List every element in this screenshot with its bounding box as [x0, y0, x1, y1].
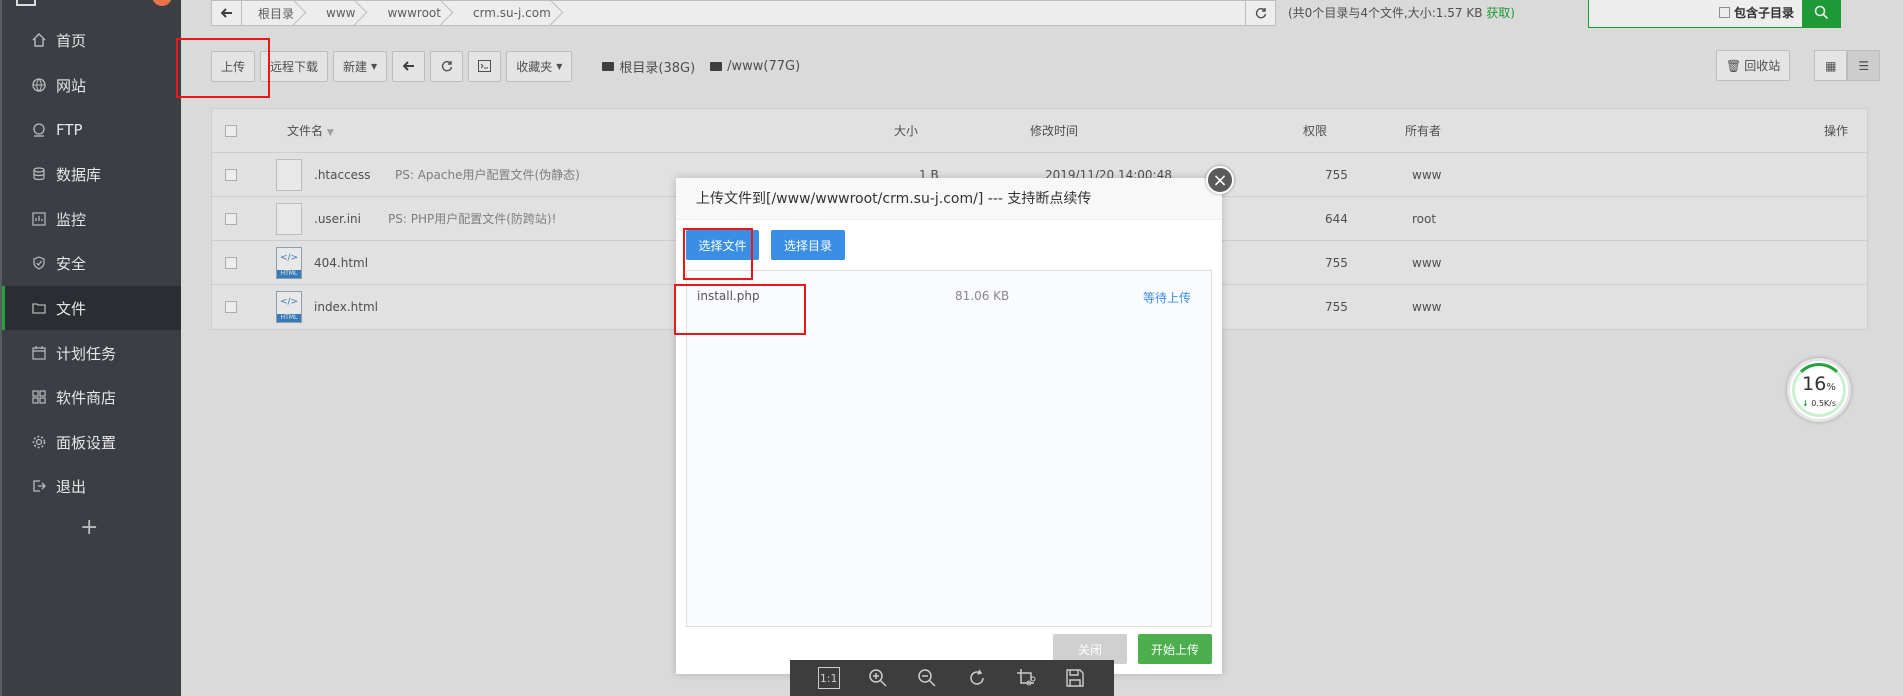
progress-percent: 16% — [1790, 373, 1848, 395]
logo-icon — [16, 0, 36, 6]
sidebar-item-label: 网站 — [56, 76, 87, 95]
notification-badge[interactable] — [152, 0, 172, 6]
rotate-button[interactable] — [966, 667, 988, 689]
upload-file-size: 81.06 KB — [955, 289, 1010, 303]
logout-icon — [33, 480, 46, 492]
save-button[interactable] — [1064, 667, 1086, 689]
percent-value: 16 — [1802, 373, 1827, 395]
calendar-icon — [32, 346, 46, 360]
dialog-close-button[interactable]: × — [1206, 166, 1234, 194]
start-upload-button[interactable]: 开始上传 — [1138, 634, 1212, 664]
sidebar-item-home[interactable]: 首页 — [2, 18, 181, 62]
highlight-select-files — [683, 228, 753, 280]
rotate-icon — [969, 669, 984, 685]
close-icon: × — [1212, 169, 1228, 191]
percent-unit: % — [1826, 382, 1836, 393]
sidebar-item-monitor[interactable]: 监控 — [2, 197, 181, 241]
grid-icon — [32, 390, 46, 404]
home-icon — [32, 33, 46, 47]
sidebar-item-store[interactable]: 软件商店 — [2, 375, 181, 419]
sidebar-item-ftp[interactable]: FTP — [2, 108, 181, 152]
sidebar-item-label: 数据库 — [56, 165, 102, 184]
zoom-in-button[interactable] — [867, 667, 889, 689]
sidebar-item-label: 软件商店 — [56, 388, 117, 407]
actual-size-button[interactable]: 1:1 — [817, 667, 840, 689]
upload-speed: ↓ 0.5K/s — [1790, 399, 1848, 408]
download-arrow-icon: ↓ — [1801, 399, 1809, 408]
ftp-icon — [33, 123, 45, 137]
sidebar-item-logout[interactable]: 退出 — [2, 464, 181, 508]
sidebar-item-label: 退出 — [56, 477, 87, 496]
sidebar-item-label: FTP — [56, 121, 83, 139]
actual-size-icon: 1:1 — [817, 667, 840, 689]
shield-icon — [33, 256, 45, 270]
zoom-in-icon — [869, 669, 887, 687]
image-viewer-toolbar: 1:1 — [790, 660, 1114, 696]
upload-file-status: 等待上传 — [1143, 291, 1192, 305]
database-icon — [33, 167, 45, 181]
sidebar-item-cron[interactable]: 计划任务 — [2, 331, 181, 375]
folder-icon — [32, 303, 46, 314]
sidebar: 首页 网站 FTP 数据库 监控 安全 文件 计划任务 软件商店 面板设置 退出… — [0, 0, 181, 696]
sidebar-item-label: 首页 — [56, 31, 87, 50]
sidebar-item-label: 监控 — [56, 210, 87, 229]
highlight-file-entry — [674, 284, 806, 335]
sidebar-item-database[interactable]: 数据库 — [2, 152, 181, 196]
sidebar-item-website[interactable]: 网站 — [2, 63, 181, 107]
sidebar-item-files[interactable]: 文件 — [2, 286, 181, 330]
zoom-out-button[interactable] — [916, 667, 938, 689]
save-icon — [1066, 669, 1084, 687]
upload-dialog: 上传文件到[/www/wwwroot/crm.su-j.com/] --- 支持… — [676, 178, 1222, 674]
sidebar-item-label: 计划任务 — [56, 344, 117, 363]
sidebar-item-label: 文件 — [56, 299, 87, 318]
monitor-icon — [32, 212, 46, 226]
globe-icon — [32, 78, 46, 92]
highlight-upload — [176, 38, 270, 98]
crop-icon — [1016, 669, 1036, 686]
gear-icon — [32, 435, 46, 449]
crop-button[interactable] — [1015, 667, 1037, 689]
upload-progress-gauge: 16% ↓ 0.5K/s — [1787, 358, 1851, 422]
dialog-title: 上传文件到[/www/wwwroot/crm.su-j.com/] --- 支持… — [676, 178, 1222, 220]
sidebar-item-security[interactable]: 安全 — [2, 241, 181, 285]
sidebar-add-button[interactable]: + — [80, 515, 98, 540]
select-directory-button[interactable]: 选择目录 — [771, 230, 845, 260]
sidebar-item-label: 安全 — [56, 254, 87, 273]
speed-value: 0.5K/s — [1811, 399, 1837, 408]
zoom-out-icon — [918, 669, 936, 687]
sidebar-item-settings[interactable]: 面板设置 — [2, 420, 181, 464]
sidebar-item-label: 面板设置 — [56, 433, 117, 452]
